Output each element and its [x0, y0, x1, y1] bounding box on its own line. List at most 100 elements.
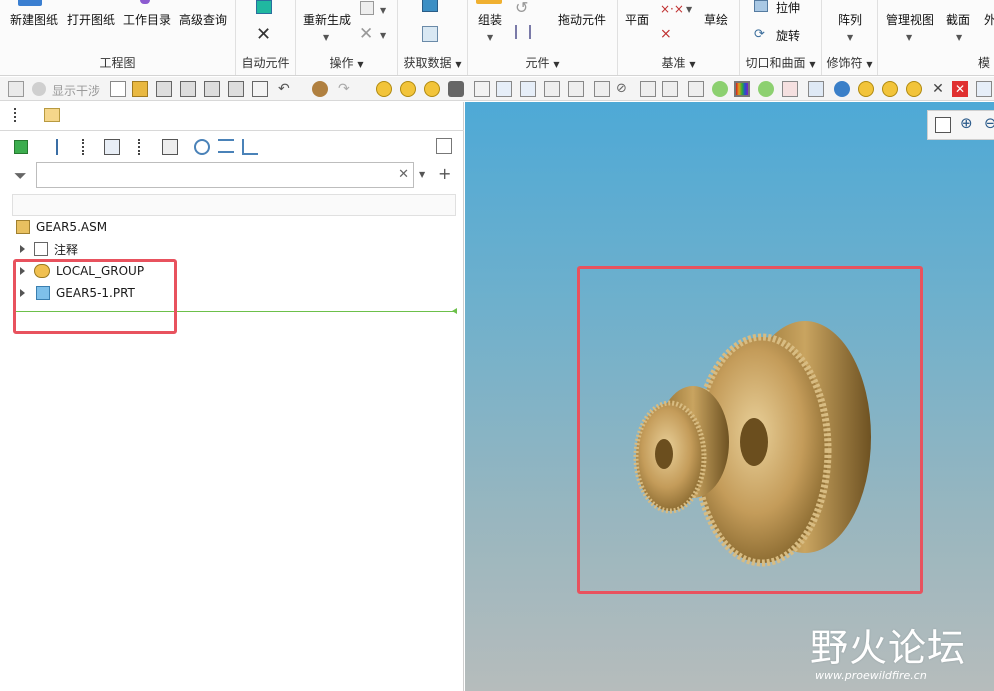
rename-icon[interactable] [228, 81, 244, 97]
window-icon[interactable] [976, 81, 992, 97]
list-icon[interactable] [162, 139, 178, 155]
group-label-comp[interactable]: 元件 ▼ [468, 54, 617, 71]
regenerate-icon[interactable] [312, 81, 328, 97]
open-folder-icon[interactable] [132, 81, 148, 97]
filter-icon[interactable] [568, 81, 584, 97]
filter-input[interactable]: ✕ [36, 162, 414, 188]
copy-icon[interactable] [360, 1, 374, 15]
manage-views-button[interactable]: 管理视图 [886, 11, 934, 28]
show-interference-label[interactable]: 显示干涉 [52, 82, 100, 99]
assemble-icon[interactable] [476, 0, 502, 4]
save-icon[interactable] [156, 81, 172, 97]
interference-icon[interactable] [32, 82, 46, 96]
point-display-icon[interactable] [662, 81, 678, 97]
new-drawing-button[interactable]: 新建图纸 [10, 11, 58, 28]
smiley-icon[interactable] [906, 81, 922, 97]
revolve-button[interactable]: 旋转 [776, 27, 800, 44]
chevron-down-icon[interactable]: ▼ [487, 33, 493, 42]
notes-icon[interactable] [436, 138, 452, 154]
pattern-button[interactable]: 阵列 [838, 11, 862, 28]
group-label-getdata[interactable]: 获取数据 ▼ [398, 54, 467, 71]
chevron-down-icon[interactable]: ▼ [906, 33, 912, 42]
point-icon[interactable]: ⨯ [660, 26, 672, 42]
group-label-ops[interactable]: 操作 ▼ [296, 54, 397, 71]
group-label-cut[interactable]: 切口和曲面 ▼ [740, 54, 821, 71]
sketch-button[interactable]: 草绘 [704, 11, 728, 28]
clear-icon[interactable]: ✕ [398, 167, 409, 182]
folder-browser-tab-icon[interactable] [44, 108, 60, 122]
axis-icon[interactable]: ×·× [660, 2, 684, 16]
chevron-down-icon[interactable]: ▼ [380, 6, 386, 15]
regenerate-button[interactable]: 重新生成 [303, 11, 351, 28]
close-icon[interactable]: ✕ [256, 24, 271, 45]
delete-icon[interactable]: ✕ [359, 24, 373, 44]
section-button[interactable]: 截面 [946, 11, 970, 28]
repeat-icon[interactable]: ↺ [515, 0, 528, 17]
close-all-icon[interactable]: ✕ [952, 81, 968, 97]
graphics-viewport[interactable]: ⊕ ⊖ 野火论坛 www.proewildfire.cn [465, 102, 994, 691]
camera-icon[interactable] [448, 81, 464, 97]
tree-filter-icon[interactable] [138, 139, 154, 155]
hierarchy-icon[interactable] [242, 139, 258, 155]
close-window-icon[interactable]: ✕ [930, 81, 946, 97]
plane-button[interactable]: 平面 [625, 11, 649, 28]
ruler-icon[interactable] [688, 81, 704, 97]
color-bars-icon[interactable] [734, 81, 750, 97]
tree-settings-icon[interactable] [56, 139, 72, 155]
tree-columns-icon[interactable] [82, 139, 94, 155]
transfer-icon[interactable] [808, 81, 824, 97]
tree-item-root[interactable]: GEAR5.ASM [16, 217, 107, 237]
pin-icon[interactable] [594, 81, 610, 97]
hide-icon[interactable]: ⊘ [616, 81, 632, 97]
chevron-down-icon[interactable]: ▼ [956, 33, 962, 42]
work-directory-button[interactable]: 工作目录 [123, 11, 171, 28]
mirror-icon[interactable] [515, 25, 531, 39]
smiley-icon[interactable] [858, 81, 874, 97]
settings-icon[interactable] [544, 81, 560, 97]
add-icon[interactable]: + [438, 164, 451, 183]
smiley-icon[interactable] [424, 81, 440, 97]
import-icon[interactable] [422, 26, 438, 42]
advanced-search-button[interactable]: 高级查询 [179, 11, 227, 28]
smiley-icon[interactable] [376, 81, 392, 97]
group-label-modifiers[interactable]: 修饰符 ▼ [822, 54, 877, 71]
group-label-datum[interactable]: 基准 ▼ [618, 54, 739, 71]
teapot-icon[interactable] [834, 81, 850, 97]
axis-display-icon[interactable] [640, 81, 656, 97]
chevron-down-icon[interactable]: ▼ [323, 33, 329, 42]
redo-icon[interactable]: ↷ [338, 81, 354, 97]
drag-component-button[interactable]: 拖动元件 [558, 11, 606, 28]
smiley-icon[interactable] [882, 81, 898, 97]
smiley-icon[interactable] [400, 81, 416, 97]
layers-icon[interactable] [218, 139, 234, 153]
new-file-icon[interactable] [110, 81, 126, 97]
save-copy-icon[interactable] [180, 81, 196, 97]
backup-icon[interactable] [204, 81, 220, 97]
chevron-down-icon[interactable]: ▼ [380, 31, 386, 40]
extrude-icon[interactable] [754, 0, 768, 12]
get-data-icon[interactable] [422, 0, 438, 12]
chevron-down-icon[interactable]: ▼ [686, 5, 692, 14]
tree-item-annotations[interactable]: 注释 [20, 239, 78, 259]
annotation-icon[interactable] [252, 81, 268, 97]
extrude-button[interactable]: 拉伸 [776, 0, 800, 16]
document-icon[interactable] [474, 81, 490, 97]
component-icon[interactable] [256, 0, 272, 14]
open-drawing-button[interactable]: 打开图纸 [67, 11, 115, 28]
table-icon[interactable] [104, 139, 120, 155]
chevron-down-icon[interactable]: ▼ [847, 33, 853, 42]
model-tree-tab-icon[interactable] [14, 108, 26, 122]
layers-icon[interactable] [520, 81, 536, 97]
appearance-button[interactable]: 外 [984, 11, 994, 28]
funnel-icon[interactable]: ⏷ [14, 166, 27, 186]
gear-icon[interactable] [194, 139, 210, 155]
insert-indicator-arrow[interactable] [452, 308, 457, 314]
edit-icon[interactable] [782, 81, 798, 97]
chevron-down-icon[interactable]: ▼ [419, 170, 425, 179]
expand-icon[interactable] [20, 245, 25, 253]
sphere-icon[interactable] [712, 81, 728, 97]
cube-icon[interactable] [14, 140, 28, 154]
select-icon[interactable] [8, 81, 24, 97]
assemble-button[interactable]: 组装 [478, 11, 502, 28]
undo-icon[interactable]: ↶ [278, 81, 294, 97]
